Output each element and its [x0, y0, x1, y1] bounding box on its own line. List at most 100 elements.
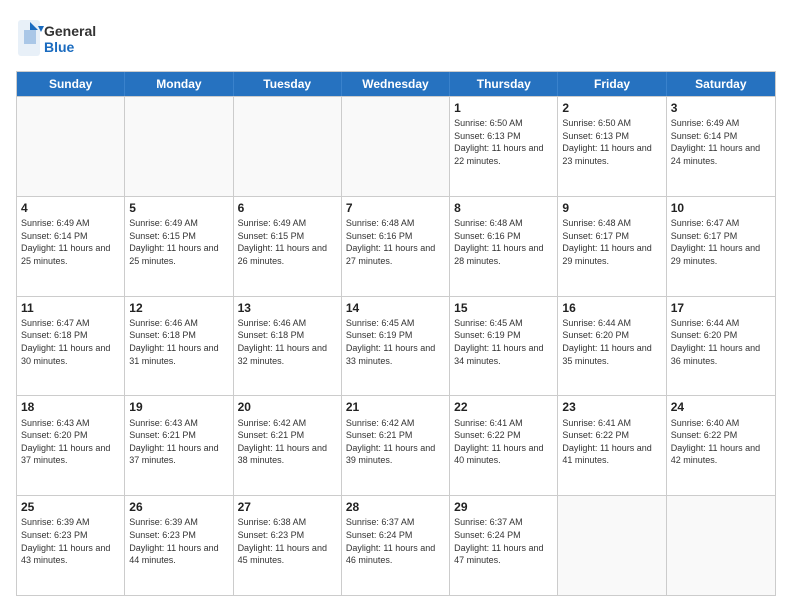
day-number: 21 — [346, 399, 445, 415]
logo: General Blue — [16, 16, 106, 61]
day-info: Sunrise: 6:46 AM Sunset: 6:18 PM Dayligh… — [238, 317, 337, 367]
calendar-row-2: 4Sunrise: 6:49 AM Sunset: 6:14 PM Daylig… — [17, 196, 775, 296]
calendar-row-4: 18 Sunrise: 6:43 AM Sunset: 6:20 PM Dayli… — [17, 395, 775, 495]
calendar-day-7: 7Sunrise: 6:48 AM Sunset: 6:16 PM Daylig… — [342, 197, 450, 296]
calendar-day-20: 20 Sunrise: 6:42 AM Sunset: 6:21 PM Dayli… — [234, 396, 342, 495]
logo-svg: General Blue — [16, 16, 106, 61]
day-info: Sunrise: 6:45 AM Sunset: 6:19 PM Dayligh… — [346, 317, 445, 367]
day-number: 13 — [238, 300, 337, 316]
svg-text:General: General — [44, 23, 96, 39]
day-info: Sunrise: 6:48 AM Sunset: 6:16 PM Dayligh… — [346, 217, 445, 267]
calendar-day-25: 25Sunrise: 6:39 AM Sunset: 6:23 PM Dayli… — [17, 496, 125, 595]
day-info: Sunrise: 6:48 AM Sunset: 6:17 PM Dayligh… — [562, 217, 661, 267]
calendar-day-22: 22 Sunrise: 6:41 AM Sunset: 6:22 PM Dayli… — [450, 396, 558, 495]
calendar-day-14: 14Sunrise: 6:45 AM Sunset: 6:19 PM Dayli… — [342, 297, 450, 396]
svg-text:Blue: Blue — [44, 39, 75, 55]
day-number: 6 — [238, 200, 337, 216]
calendar-day-5: 5Sunrise: 6:49 AM Sunset: 6:15 PM Daylig… — [125, 197, 233, 296]
day-info: Sunrise: 6:37 AM Sunset: 6:24 PM Dayligh… — [454, 516, 553, 566]
calendar-day-10: 10Sunrise: 6:47 AM Sunset: 6:17 PM Dayli… — [667, 197, 775, 296]
day-info: Sunrise: 6:38 AM Sunset: 6:23 PM Dayligh… — [238, 516, 337, 566]
calendar-day-18: 18 Sunrise: 6:43 AM Sunset: 6:20 PM Dayli… — [17, 396, 125, 495]
calendar-day-24: 24Sunrise: 6:40 AM Sunset: 6:22 PM Dayli… — [667, 396, 775, 495]
day-number: 5 — [129, 200, 228, 216]
day-header-saturday: Saturday — [667, 72, 775, 96]
day-number: 12 — [129, 300, 228, 316]
calendar-row-1: 1 Sunrise: 6:50 AM Sunset: 6:13 PM Daylig… — [17, 96, 775, 196]
day-number: 22 — [454, 399, 553, 415]
day-info: Sunrise: 6:49 AM Sunset: 6:14 PM Dayligh… — [21, 217, 120, 267]
day-header-wednesday: Wednesday — [342, 72, 450, 96]
calendar-row-3: 11Sunrise: 6:47 AM Sunset: 6:18 PM Dayli… — [17, 296, 775, 396]
day-info: Sunrise: 6:43 AM Sunset: 6:21 PM Dayligh… — [129, 417, 228, 467]
day-number: 14 — [346, 300, 445, 316]
day-info: Sunrise: 6:37 AM Sunset: 6:24 PM Dayligh… — [346, 516, 445, 566]
day-info: Sunrise: 6:50 AM Sunset: 6:13 PM Dayligh… — [562, 117, 661, 167]
calendar-day-17: 17Sunrise: 6:44 AM Sunset: 6:20 PM Dayli… — [667, 297, 775, 396]
day-number: 25 — [21, 499, 120, 515]
day-number: 3 — [671, 100, 771, 116]
calendar-day-26: 26Sunrise: 6:39 AM Sunset: 6:23 PM Dayli… — [125, 496, 233, 595]
day-number: 23 — [562, 399, 661, 415]
day-number: 17 — [671, 300, 771, 316]
calendar-day-empty — [667, 496, 775, 595]
day-number: 28 — [346, 499, 445, 515]
day-number: 20 — [238, 399, 337, 415]
calendar-day-23: 23 Sunrise: 6:41 AM Sunset: 6:22 PM Dayli… — [558, 396, 666, 495]
calendar-day-4: 4Sunrise: 6:49 AM Sunset: 6:14 PM Daylig… — [17, 197, 125, 296]
day-info: Sunrise: 6:41 AM Sunset: 6:22 PM Dayligh… — [562, 417, 661, 467]
calendar-day-9: 9Sunrise: 6:48 AM Sunset: 6:17 PM Daylig… — [558, 197, 666, 296]
calendar-day-8: 8Sunrise: 6:48 AM Sunset: 6:16 PM Daylig… — [450, 197, 558, 296]
calendar-day-3: 3Sunrise: 6:49 AM Sunset: 6:14 PM Daylig… — [667, 97, 775, 196]
day-info: Sunrise: 6:44 AM Sunset: 6:20 PM Dayligh… — [671, 317, 771, 367]
day-number: 11 — [21, 300, 120, 316]
day-number: 7 — [346, 200, 445, 216]
day-info: Sunrise: 6:42 AM Sunset: 6:21 PM Dayligh… — [238, 417, 337, 467]
calendar-day-empty — [125, 97, 233, 196]
day-number: 8 — [454, 200, 553, 216]
calendar-day-11: 11Sunrise: 6:47 AM Sunset: 6:18 PM Dayli… — [17, 297, 125, 396]
calendar-day-16: 16Sunrise: 6:44 AM Sunset: 6:20 PM Dayli… — [558, 297, 666, 396]
day-info: Sunrise: 6:46 AM Sunset: 6:18 PM Dayligh… — [129, 317, 228, 367]
day-number: 16 — [562, 300, 661, 316]
calendar-day-6: 6Sunrise: 6:49 AM Sunset: 6:15 PM Daylig… — [234, 197, 342, 296]
day-info: Sunrise: 6:41 AM Sunset: 6:22 PM Dayligh… — [454, 417, 553, 467]
calendar-row-5: 25Sunrise: 6:39 AM Sunset: 6:23 PM Dayli… — [17, 495, 775, 595]
calendar-day-27: 27Sunrise: 6:38 AM Sunset: 6:23 PM Dayli… — [234, 496, 342, 595]
calendar-header-row: SundayMondayTuesdayWednesdayThursdayFrid… — [17, 72, 775, 96]
calendar-day-19: 19 Sunrise: 6:43 AM Sunset: 6:21 PM Dayli… — [125, 396, 233, 495]
day-number: 10 — [671, 200, 771, 216]
calendar-day-12: 12Sunrise: 6:46 AM Sunset: 6:18 PM Dayli… — [125, 297, 233, 396]
day-info: Sunrise: 6:45 AM Sunset: 6:19 PM Dayligh… — [454, 317, 553, 367]
calendar-day-15: 15Sunrise: 6:45 AM Sunset: 6:19 PM Dayli… — [450, 297, 558, 396]
day-info: Sunrise: 6:49 AM Sunset: 6:15 PM Dayligh… — [238, 217, 337, 267]
day-info: Sunrise: 6:44 AM Sunset: 6:20 PM Dayligh… — [562, 317, 661, 367]
calendar: SundayMondayTuesdayWednesdayThursdayFrid… — [16, 71, 776, 596]
day-info: Sunrise: 6:49 AM Sunset: 6:14 PM Dayligh… — [671, 117, 771, 167]
page-header: General Blue — [16, 16, 776, 61]
day-number: 29 — [454, 499, 553, 515]
day-number: 18 — [21, 399, 120, 415]
calendar-day-29: 29Sunrise: 6:37 AM Sunset: 6:24 PM Dayli… — [450, 496, 558, 595]
day-number: 15 — [454, 300, 553, 316]
calendar-day-empty — [17, 97, 125, 196]
day-number: 2 — [562, 100, 661, 116]
day-number: 1 — [454, 100, 553, 116]
day-header-friday: Friday — [558, 72, 666, 96]
day-info: Sunrise: 6:49 AM Sunset: 6:15 PM Dayligh… — [129, 217, 228, 267]
day-number: 27 — [238, 499, 337, 515]
calendar-day-empty — [234, 97, 342, 196]
day-info: Sunrise: 6:42 AM Sunset: 6:21 PM Dayligh… — [346, 417, 445, 467]
day-info: Sunrise: 6:39 AM Sunset: 6:23 PM Dayligh… — [21, 516, 120, 566]
day-info: Sunrise: 6:39 AM Sunset: 6:23 PM Dayligh… — [129, 516, 228, 566]
day-number: 4 — [21, 200, 120, 216]
day-header-monday: Monday — [125, 72, 233, 96]
day-number: 19 — [129, 399, 228, 415]
day-info: Sunrise: 6:43 AM Sunset: 6:20 PM Dayligh… — [21, 417, 120, 467]
day-info: Sunrise: 6:47 AM Sunset: 6:18 PM Dayligh… — [21, 317, 120, 367]
calendar-body: 1 Sunrise: 6:50 AM Sunset: 6:13 PM Daylig… — [17, 96, 775, 595]
day-number: 24 — [671, 399, 771, 415]
calendar-day-13: 13Sunrise: 6:46 AM Sunset: 6:18 PM Dayli… — [234, 297, 342, 396]
calendar-day-empty — [342, 97, 450, 196]
calendar-day-28: 28Sunrise: 6:37 AM Sunset: 6:24 PM Dayli… — [342, 496, 450, 595]
